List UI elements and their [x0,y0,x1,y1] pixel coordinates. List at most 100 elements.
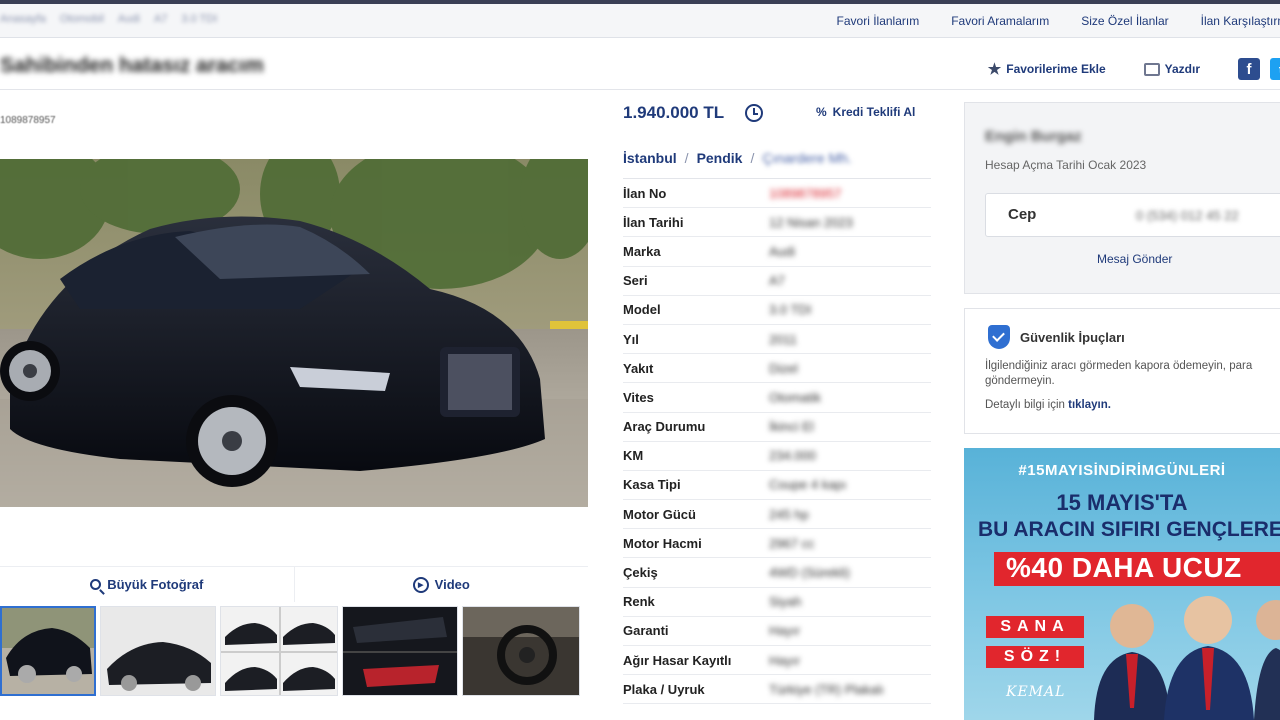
add-favorite-button[interactable]: ★ Favorilerime Ekle [988,60,1106,78]
spec-row: İlan Tarihi 12 Nisan 2023 [623,208,931,238]
spec-row: Marka Audi [623,237,931,267]
spec-value: 3.0 TDI [769,302,812,318]
add-favorite-label: Favorilerime Ekle [1006,62,1106,76]
price: 1.940.000 TL [623,103,725,122]
thumbnail-image [343,607,457,695]
spec-label: Marka [623,243,661,259]
page-title: Sahibinden hatasız aracım [0,54,264,77]
spec-value: 4WD (Sürekli) [769,565,850,581]
thumbnail[interactable] [0,606,96,696]
spec-row: Araç Durumu İkinci El [623,413,931,442]
spec-label: Araç Durumu [623,419,706,435]
breadcrumb: Anasayfa Otomobil Audi A7 3.0 TDI [0,13,217,25]
spec-row: KM 234.000 [623,442,931,471]
spec-label: Motor Gücü [623,506,696,522]
play-icon: ▶ [412,576,429,593]
percent-icon: % [816,105,827,119]
video-button[interactable]: ▶ Video [293,567,589,602]
spec-row: Çekiş 4WD (Sürekli) [623,558,931,588]
print-label: Yazdır [1164,62,1200,76]
advertisement-banner[interactable]: #15MAYISİNDİRİMGÜNLERİ 15 MAYIS'TA BU AR… [964,448,1280,720]
favorite-searches-link[interactable]: Favori Aramalarım [951,14,1049,28]
spec-row: Yakıt Dizel [623,354,931,384]
search-icon [90,579,102,590]
send-message-link[interactable]: Mesaj Gönder [1097,252,1172,266]
price-history-icon[interactable] [745,104,763,122]
spec-label: İlan Tarihi [623,214,684,230]
safety-more-link[interactable]: tıklayın. [1068,399,1111,411]
location-breadcrumb: İstanbul / Pendik / Çınardere Mh. [623,150,852,166]
spec-value: Hayır [769,652,801,668]
listing-number: 1089878957 [0,115,56,126]
thumbnail-image [101,607,215,695]
location-neighborhood[interactable]: Çınardere Mh. [762,150,851,166]
spec-label: Kasa Tipi [623,477,681,493]
phone-box[interactable]: Cep 0 (534) 012 45 22 [985,193,1280,237]
personalized-listings-link[interactable]: Size Özel İlanlar [1081,14,1168,28]
photo-tabs: Büyük Fotoğraf ▶ Video [0,566,588,602]
spec-value: Siyah [769,594,802,610]
thumbnail[interactable] [220,606,338,696]
thumbnail[interactable] [462,606,580,696]
spec-row: Kasa Tipi Coupe 4 kapı [623,471,931,501]
spec-value: Türkiye (TR) Plakalı [769,681,884,697]
spec-value: Audi [769,243,796,259]
spec-value: Coupe 4 kapı [769,477,847,493]
spec-value: 1089878957 [769,185,842,201]
credit-offer-button[interactable]: % Kredi Teklifi Al [816,105,915,119]
spec-value: 245 hp [769,506,809,522]
safety-more: Detaylı bilgi için tıklayın. [985,399,1111,411]
spec-value: 234.000 [769,448,816,464]
safety-title: Güvenlik İpuçları [1020,330,1125,345]
big-photo-button[interactable]: Büyük Fotoğraf [0,567,294,602]
main-car-photo[interactable] [0,159,588,507]
spec-row: İlan No 1089878957 [623,179,931,209]
big-photo-label: Büyük Fotoğraf [107,577,204,592]
spec-label: Plaka / Uyruk [623,681,705,697]
location-city[interactable]: İstanbul [623,150,677,166]
spec-row: Plaka / Uyruk Türkiye (TR) Plakalı [623,675,931,705]
share-buttons: f t [1238,58,1280,80]
car-photo-image [0,159,588,507]
account-date-value: Ocak 2023 [1088,158,1147,172]
listing-title-bar: Sahibinden hatasız aracım ★ Favorilerime… [0,38,1280,90]
breadcrumb-item[interactable]: Otomobil [60,13,104,25]
spec-table: İlan No 1089878957 İlan Tarihi 12 Nisan 20… [623,178,931,705]
breadcrumb-item[interactable]: Anasayfa [0,13,46,25]
print-button[interactable]: Yazdır [1143,62,1200,76]
phone-number: 0 (534) 012 45 22 [1136,208,1239,223]
spec-value: İkinci El [769,419,814,435]
thumbnail[interactable] [342,606,458,696]
location-separator: / [750,150,755,166]
thumbnail-image [221,607,337,695]
favorite-listings-link[interactable]: Favori İlanlarım [837,14,920,28]
breadcrumb-item[interactable]: 3.0 TDI [181,13,217,25]
spec-label: Motor Hacmi [623,535,702,551]
spec-value: 2011 [769,331,797,347]
seller-name[interactable]: Engin Burgaz [985,128,1082,145]
breadcrumb-item[interactable]: Audi [118,13,140,25]
facebook-icon[interactable]: f [1238,58,1260,80]
safety-tips-card: Güvenlik İpuçları İlgilendiğiniz aracı g… [964,308,1280,434]
account-date: Hesap Açma Tarihi Ocak 2023 [985,158,1146,172]
thumbnail-image [463,607,579,695]
location-district[interactable]: Pendik [697,150,743,166]
spec-row: Model 3.0 TDI [623,296,931,325]
banner-people-illustration [1094,596,1280,720]
thumbnail[interactable] [100,606,216,696]
spec-row: Motor Gücü 245 hp [623,500,931,530]
spec-row: Garanti Hayır [623,617,931,646]
spec-row: Ağır Hasar Kayıtlı Hayır [623,646,931,676]
spec-label: İlan No [623,185,667,201]
compare-listings-link[interactable]: İlan Karşılaştırma [1201,14,1280,28]
spec-row: Yıl 2011 [623,325,931,355]
spec-label: Yakıt [623,360,654,376]
spec-row: Renk Siyah [623,588,931,617]
spec-label: Garanti [623,623,669,639]
breadcrumb-item[interactable]: A7 [154,13,167,25]
spec-row: Vites Otomatik [623,383,931,413]
listing-actions: ★ Favorilerime Ekle Yazdır f t [988,58,1280,80]
seller-card: Engin Burgaz Hesap Açma Tarihi Ocak 2023… [964,102,1280,294]
phone-label: Cep [1008,206,1037,223]
twitter-icon[interactable]: t [1270,58,1280,80]
